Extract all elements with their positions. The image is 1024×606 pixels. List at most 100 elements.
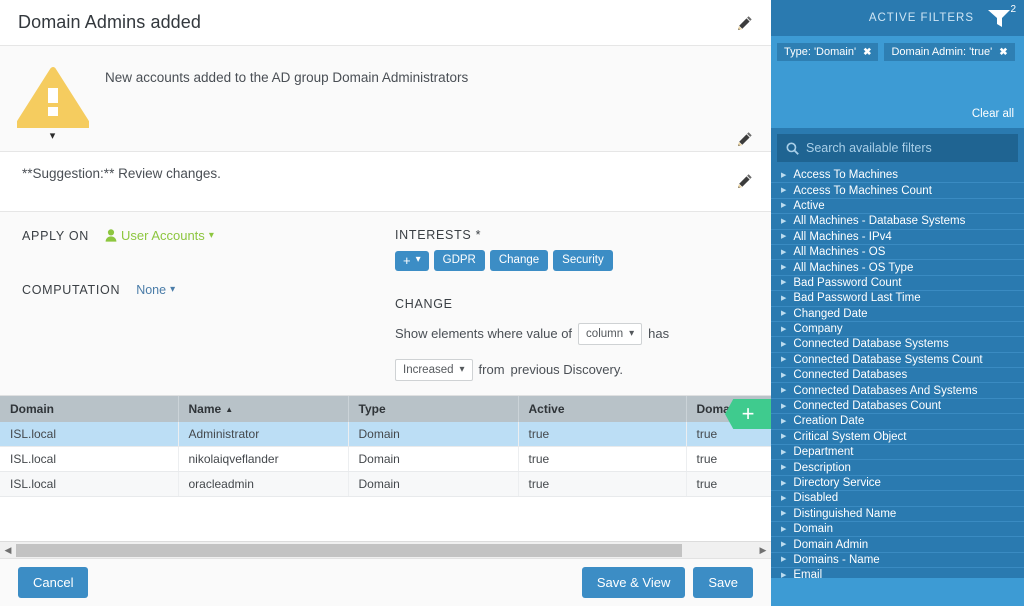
filter-item-label: Connected Database Systems Count: [793, 353, 983, 366]
column-header-name[interactable]: Name ▲: [178, 396, 349, 422]
cell-active: true: [518, 471, 687, 497]
save-button[interactable]: Save: [693, 567, 753, 598]
interests-label: INTERESTS *: [395, 228, 482, 242]
table-row[interactable]: ISL.local oracleadmin Domain true true: [0, 471, 771, 497]
filter-list-item[interactable]: ▶ All Machines - OS: [771, 245, 1024, 261]
edit-description-pencil-icon[interactable]: [737, 131, 753, 147]
scrollbar-track[interactable]: [16, 543, 755, 558]
filter-chip[interactable]: Domain Admin: 'true' ✖: [884, 43, 1015, 61]
filter-list-item[interactable]: ▶ Domain Admin: [771, 537, 1024, 553]
expand-triangle-right-icon: ▶: [781, 448, 787, 456]
filter-list-item[interactable]: ▶ Distinguished Name: [771, 507, 1024, 522]
scroll-left-triangle-left-icon[interactable]: ◀: [0, 545, 16, 556]
filter-search-box[interactable]: Search available filters: [777, 134, 1018, 162]
user-icon: [105, 229, 117, 242]
change-text-after: from: [478, 362, 505, 377]
filter-list-item[interactable]: ▶ All Machines - IPv4: [771, 230, 1024, 245]
filter-list-item[interactable]: ▶ Connected Database Systems: [771, 337, 1024, 353]
interests-badge-list: + ▾ GDPR Change Security: [395, 250, 757, 271]
column-header-label: Domain: [10, 402, 55, 416]
filter-list-item[interactable]: ▶ Connected Databases And Systems: [771, 383, 1024, 399]
filter-list-item[interactable]: ▶ Domain: [771, 522, 1024, 538]
filter-list-item[interactable]: ▶ Connected Database Systems Count: [771, 353, 1024, 369]
available-filters-list[interactable]: ▶ Access To Machines ▶ Access To Machines …: [771, 168, 1024, 578]
expand-triangle-right-icon: ▶: [781, 248, 787, 256]
apply-on-select[interactable]: User Accounts ▾: [105, 228, 214, 243]
filter-list-item[interactable]: ▶ Disabled: [771, 491, 1024, 507]
clear-all-filters-button[interactable]: Clear all: [972, 108, 1018, 122]
app-root: Domain Admins added ▾ New accounts added…: [0, 0, 1024, 606]
save-and-view-button[interactable]: Save & View: [581, 567, 686, 598]
suggestion-text: **Suggestion:** Review changes.: [22, 166, 221, 181]
cell-domain-admin: true: [686, 446, 771, 472]
filter-item-label: Bad Password Last Time: [793, 292, 921, 305]
change-direction-value: Increased: [403, 364, 454, 376]
filter-item-label: All Machines - OS: [793, 246, 886, 259]
filter-list-item[interactable]: ▶ Connected Databases: [771, 368, 1024, 384]
add-interest-button[interactable]: + ▾: [395, 250, 429, 271]
filter-list-item[interactable]: ▶ Changed Date: [771, 307, 1024, 322]
expand-severity-chevron-down-icon[interactable]: ▾: [50, 131, 56, 142]
column-header-label: Type: [358, 402, 386, 416]
column-header-active[interactable]: Active: [518, 396, 687, 422]
remove-filter-close-icon[interactable]: ✖: [999, 47, 1007, 58]
filter-list-item[interactable]: ▶ Active: [771, 199, 1024, 215]
edit-title-pencil-icon[interactable]: [737, 15, 753, 31]
expand-triangle-right-icon: ▶: [781, 325, 787, 333]
configuration-area: APPLY ON User Accounts ▾ COMPUTATION Non…: [0, 212, 771, 396]
cell-domain-admin: true: [686, 471, 771, 497]
change-text-before: Show elements where value of: [395, 326, 573, 341]
scrollbar-thumb[interactable]: [16, 543, 682, 557]
filter-list-item[interactable]: ▶ Access To Machines: [771, 168, 1024, 184]
column-header-domain[interactable]: Domain: [0, 396, 179, 422]
remove-filter-close-icon[interactable]: ✖: [863, 47, 871, 58]
cancel-button[interactable]: Cancel: [18, 567, 89, 598]
filter-list-item[interactable]: ▶ Description: [771, 460, 1024, 476]
filter-list-item[interactable]: ▶ All Machines - Database Systems: [771, 214, 1024, 230]
active-filters-header: ACTIVE FILTERS 2: [771, 0, 1024, 36]
add-column-button[interactable]: +: [725, 399, 771, 429]
expand-triangle-right-icon: ▶: [781, 556, 787, 564]
filter-item-label: All Machines - Database Systems: [793, 215, 966, 228]
apply-on-row: APPLY ON User Accounts ▾: [22, 228, 395, 243]
filter-item-label: Domain Admin: [793, 538, 869, 551]
filter-list-item[interactable]: ▶ All Machines - OS Type: [771, 260, 1024, 276]
filter-list-item[interactable]: ▶ Domains - Name: [771, 553, 1024, 569]
filter-list-item[interactable]: ▶ Bad Password Last Time: [771, 291, 1024, 307]
filter-list-item[interactable]: ▶ Department: [771, 445, 1024, 461]
computation-chevron-down-icon: ▾: [170, 284, 176, 295]
interest-badge[interactable]: GDPR: [433, 250, 485, 271]
change-column-select[interactable]: column ▾: [578, 323, 643, 345]
footer-actions: Cancel Save & View Save: [0, 558, 771, 606]
edit-suggestion-pencil-icon[interactable]: [737, 173, 753, 189]
filter-list-item[interactable]: ▶ Creation Date: [771, 414, 1024, 430]
scroll-right-triangle-right-icon[interactable]: ▶: [755, 545, 771, 556]
cell-type: Domain: [348, 422, 519, 447]
search-icon: [786, 142, 799, 155]
filter-list-item[interactable]: ▶ Directory Service: [771, 476, 1024, 492]
table-row[interactable]: ISL.local nikolaiqveflander Domain true …: [0, 446, 771, 472]
filter-list-item[interactable]: ▶ Company: [771, 322, 1024, 338]
change-sentence: Show elements where value of column ▾ ha…: [395, 319, 735, 385]
filter-chip[interactable]: Type: 'Domain' ✖: [777, 43, 879, 61]
filter-item-label: Directory Service: [793, 477, 881, 489]
interest-badge[interactable]: Security: [553, 250, 613, 271]
filter-item-label: Creation Date: [793, 415, 865, 428]
filter-list-item[interactable]: ▶ Connected Databases Count: [771, 399, 1024, 415]
expand-triangle-right-icon: ▶: [781, 371, 787, 379]
change-direction-select[interactable]: Increased ▾: [395, 359, 473, 381]
filter-list-item[interactable]: ▶ Bad Password Count: [771, 276, 1024, 292]
filter-list-item[interactable]: ▶ Critical System Object: [771, 430, 1024, 446]
apply-on-value: User Accounts: [120, 228, 205, 243]
filter-search-placeholder: Search available filters: [806, 141, 932, 155]
expand-triangle-right-icon: ▶: [781, 356, 787, 364]
table-row[interactable]: ISL.local Administrator Domain true true: [0, 422, 771, 447]
funnel-icon-wrapper[interactable]: 2: [986, 5, 1016, 30]
table-horizontal-scrollbar[interactable]: ◀ ▶: [0, 541, 771, 558]
filter-list-item[interactable]: ▶ Access To Machines Count: [771, 183, 1024, 199]
change-column-chevron-down-icon: ▾: [629, 328, 635, 339]
interest-badge[interactable]: Change: [489, 250, 549, 271]
column-header-type[interactable]: Type: [348, 396, 519, 422]
computation-select[interactable]: None ▾: [136, 283, 175, 297]
filter-list-item[interactable]: ▶ Email: [771, 568, 1024, 578]
